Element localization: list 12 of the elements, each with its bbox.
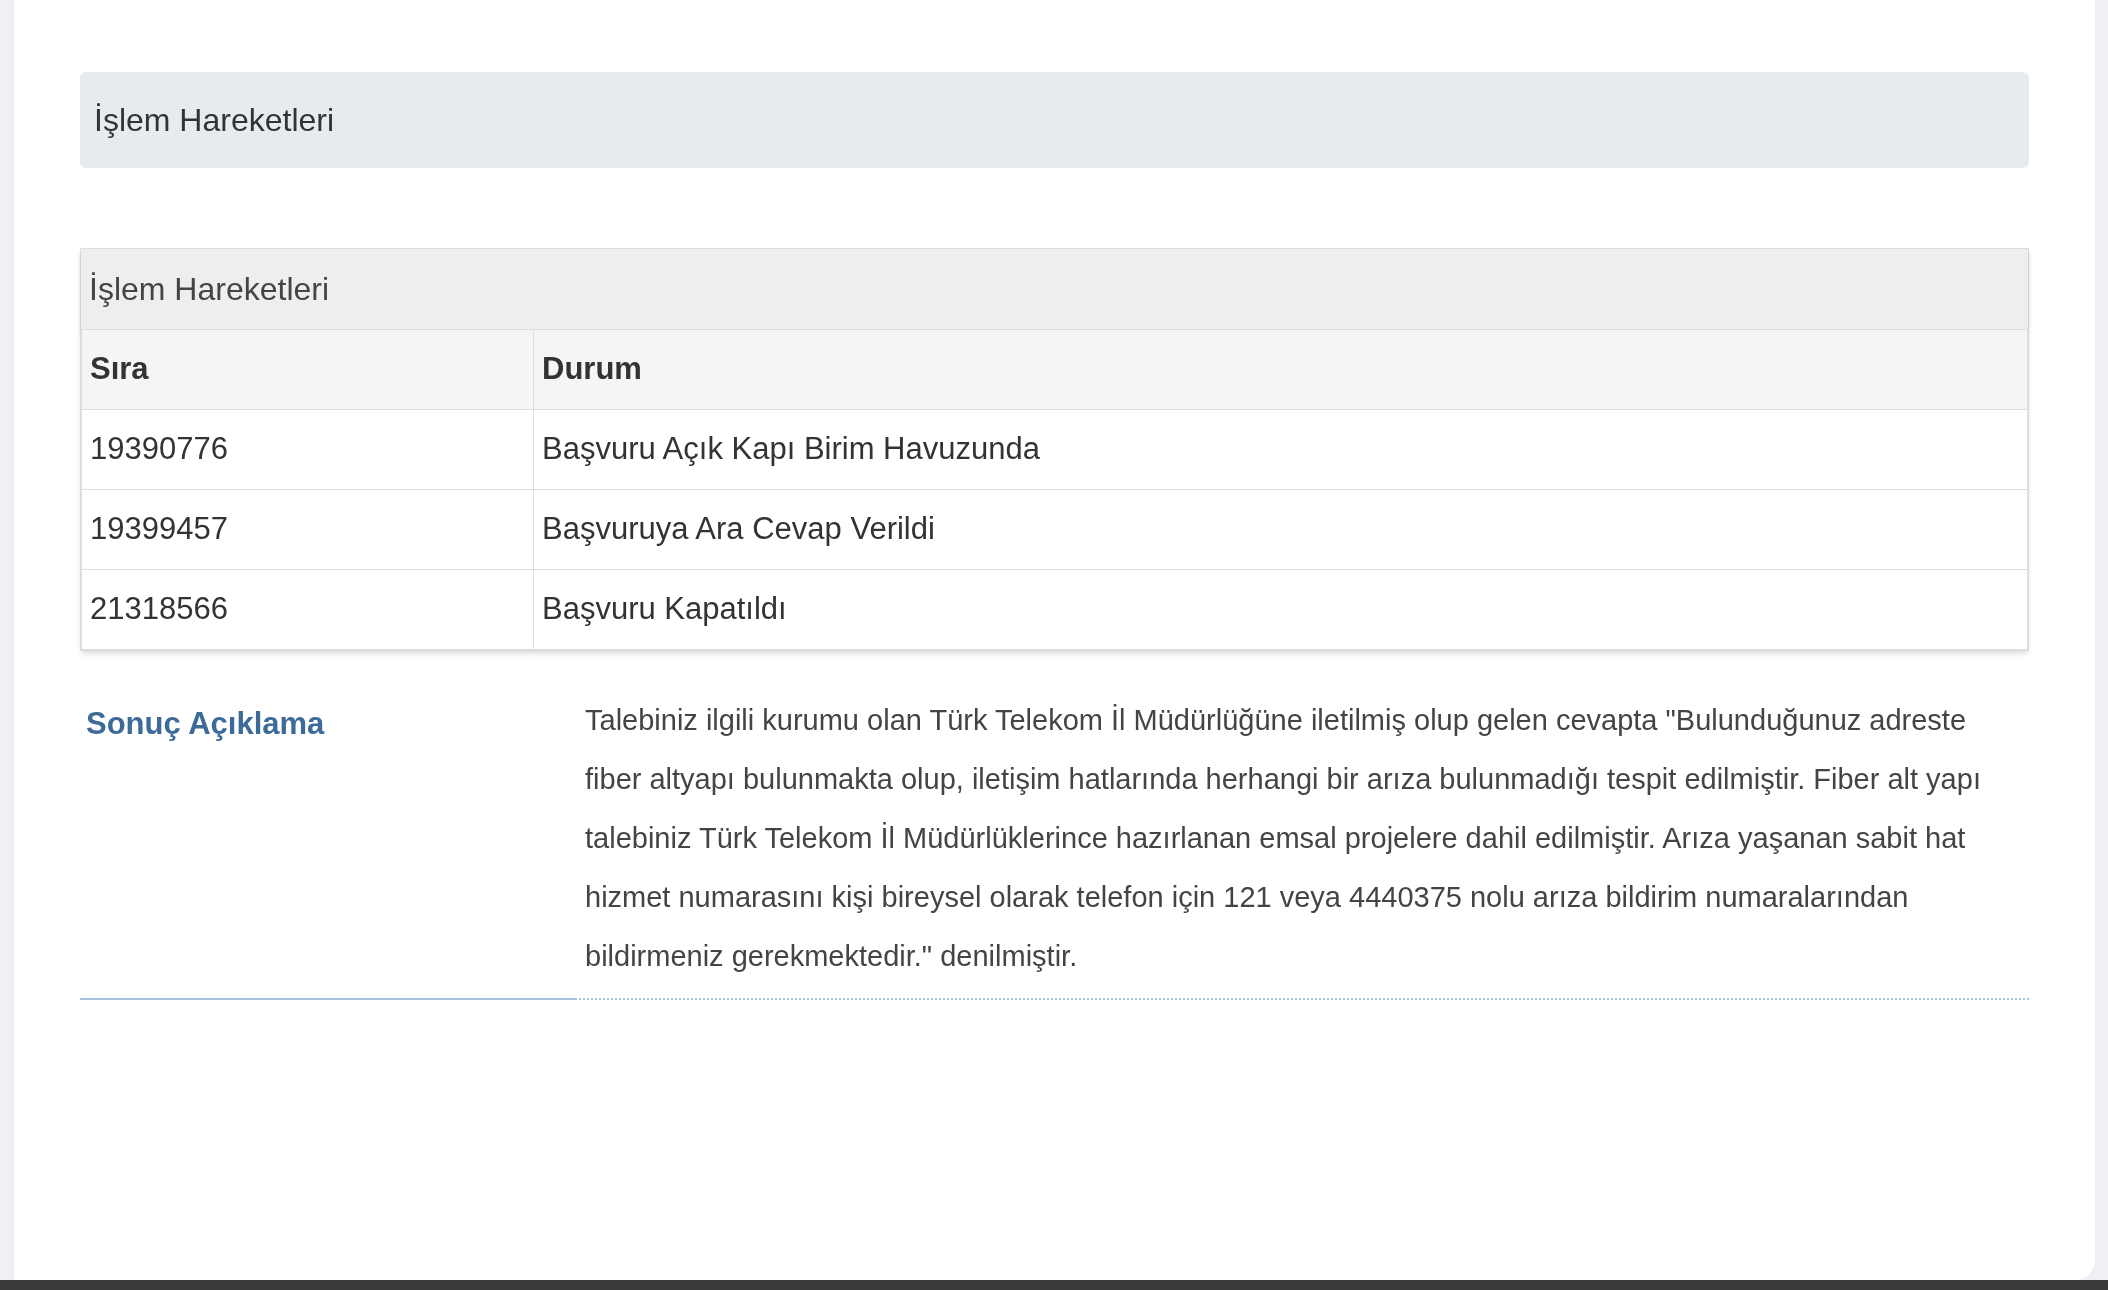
table-cell: 19399457 (81, 489, 534, 570)
table-cell: 19390776 (81, 409, 534, 490)
table-cell: 21318566 (81, 569, 534, 650)
table-caption: İşlem Hareketleri (81, 249, 2028, 329)
result-text: Talebiniz ilgili kurumu olan Türk Telekom İl Müdürlüğüne iletilmiş olup gelen cevapta "Bulunduğunuz adreste fiber altyapı bulunmakta olup, iletişim hatlarında herhangi bir arıza bulunmadığı tespit edilmiştir. Fiber alt yapı talebiniz Türk Telekom İl Müdürlüklerince hazırlanan emsal projelere dahil edilmiştir. Arıza yaşanan sabit hat hizmet numarasını kişi bireysel olarak telefon için 121 veya 4440375 nolu arıza bildirim numaralarından bildirmeniz gerekmektedir." denilmiştir. (584, 703, 1982, 974)
result-label: Sonuç Açıklama (86, 706, 325, 741)
column-header: Durum (533, 329, 2028, 410)
table-cell: Başvuru Açık Kapı Birim Havuzunda (533, 409, 2028, 490)
section-title: İşlem Hareketleri (94, 101, 335, 140)
table-cell: Başvuru Kapatıldı (533, 569, 2028, 650)
table-cell: Başvuruya Ara Cevap Verildi (533, 489, 2028, 570)
column-header: Sıra (81, 329, 534, 410)
